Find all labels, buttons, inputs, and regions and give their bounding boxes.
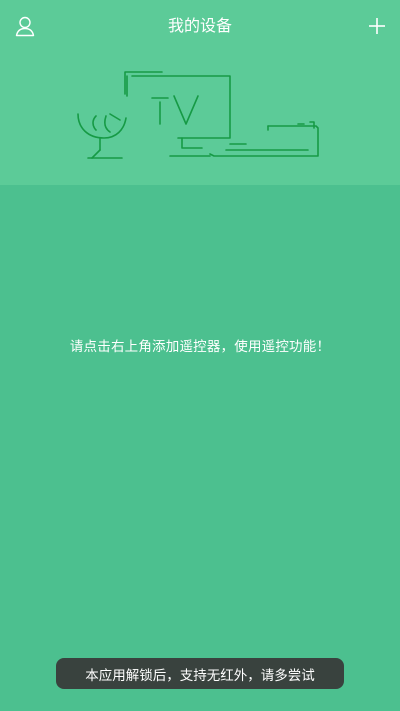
- toast-message: 本应用解锁后，支持无红外，请多尝试: [85, 667, 315, 684]
- toast-notification: 本应用解锁后，支持无红外，请多尝试: [56, 658, 344, 689]
- set-top-box-icon: [209, 121, 319, 157]
- add-remote-button[interactable]: [361, 10, 393, 42]
- plus-icon: [369, 18, 385, 34]
- app-header: 我的设备: [0, 0, 400, 52]
- tv-icon: [124, 71, 231, 157]
- devices-illustration: [77, 71, 319, 159]
- satellite-dish-icon: [77, 113, 127, 159]
- empty-state-message: 请点击右上角添加遥控器，使用遥控功能！: [69, 339, 331, 355]
- page-title: 我的设备: [167, 16, 232, 35]
